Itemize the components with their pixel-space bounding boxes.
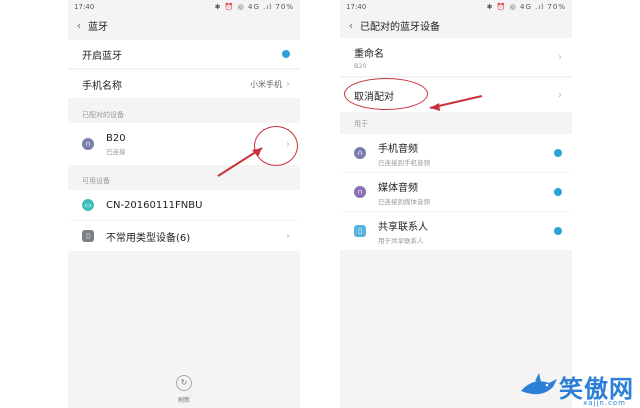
annotation-arrow: [429, 95, 483, 111]
watermark-url: xajjn.com: [583, 399, 626, 407]
watermark-logo: 笑傲网 xajjn.com: [519, 369, 634, 407]
shark-icon: [521, 372, 557, 394]
